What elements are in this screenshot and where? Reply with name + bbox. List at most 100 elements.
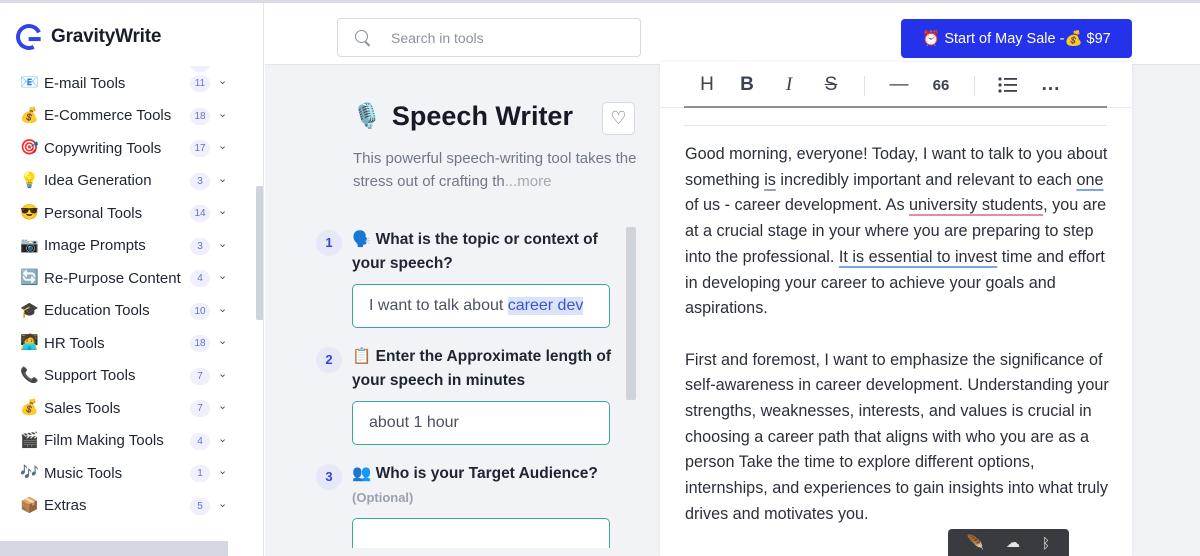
sidebar-item[interactable]: 🎶 Music Tools 1 ⌄ bbox=[0, 457, 250, 490]
count-badge: 4 bbox=[190, 270, 210, 287]
count-badge: 18 bbox=[190, 335, 210, 352]
editor-divider bbox=[684, 106, 1107, 108]
sidebar-item-label: E-Commerce Tools bbox=[44, 107, 172, 125]
gravitywrite-logo-icon bbox=[12, 20, 46, 54]
horizontal-rule-button[interactable]: — bbox=[886, 72, 912, 98]
quote-button[interactable]: 66 bbox=[928, 72, 954, 98]
search-box[interactable] bbox=[337, 18, 641, 57]
sidebar-item[interactable]: 💰 Sales Tools 7 ⌄ bbox=[0, 392, 250, 425]
sidebar-item[interactable]: 📷 Image Prompts 3 ⌄ bbox=[0, 230, 250, 263]
search-icon bbox=[355, 29, 371, 46]
sidebar-item-label: Personal Tools bbox=[44, 204, 143, 222]
step-question: 🗣️ What is the topic or context of your … bbox=[352, 228, 622, 276]
length-input[interactable]: about 1 hour bbox=[352, 401, 610, 445]
feather-icon[interactable]: 🪶 bbox=[967, 534, 984, 551]
sidebar-item[interactable]: 🎓 Education Tools 10 ⌄ bbox=[0, 295, 250, 328]
chevron-down-icon[interactable]: ⌄ bbox=[218, 432, 230, 445]
topic-input[interactable]: I want to talk about career dev bbox=[352, 284, 610, 328]
more-link[interactable]: ...more bbox=[505, 173, 552, 190]
sidebar-item[interactable]: 🔄 Re-Purpose Content 4 ⌄ bbox=[0, 262, 250, 295]
money-bag-icon: 💰 bbox=[1064, 31, 1083, 47]
category-icon: 💡 bbox=[20, 171, 39, 189]
sidebar-item[interactable]: 📦 Extras 5 ⌄ bbox=[0, 490, 250, 523]
toolbar-separator bbox=[864, 76, 865, 96]
step-number: 3 bbox=[316, 464, 342, 490]
audience-input[interactable] bbox=[352, 518, 610, 548]
sale-price: $97 bbox=[1086, 30, 1111, 47]
question-text: Enter the Approximate length of your spe… bbox=[352, 348, 612, 389]
more-options-button[interactable]: ... bbox=[1038, 72, 1064, 98]
sidebar-item[interactable]: 📞 Support Tools 7 ⌄ bbox=[0, 360, 250, 393]
count-badge: 7 bbox=[190, 367, 210, 385]
grammar-suggestion[interactable]: one bbox=[1076, 171, 1103, 189]
sidebar-item[interactable]: 😎 Personal Tools 14 ⌄ bbox=[0, 197, 250, 230]
sidebar-item[interactable]: 🧑‍💻 HR Tools 18 ⌄ bbox=[0, 327, 250, 360]
sidebar-item[interactable]: 💰 E-Commerce Tools 18 ⌄ bbox=[0, 100, 250, 133]
count-badge: 10 bbox=[190, 302, 210, 320]
sidebar-item-label: E-mail Tools bbox=[44, 74, 126, 92]
chevron-down-icon[interactable]: ⌄ bbox=[218, 107, 230, 120]
tool-description: This powerful speech-writing tool takes … bbox=[353, 147, 643, 193]
bold-button[interactable]: B bbox=[736, 72, 758, 98]
favorite-heart-button[interactable]: ♡ bbox=[602, 102, 635, 135]
sidebar-item[interactable]: 💡 Idea Generation 3 ⌄ bbox=[0, 165, 250, 198]
sidebar-scrollbar[interactable] bbox=[256, 186, 263, 320]
chevron-down-icon[interactable]: ⌄ bbox=[218, 172, 230, 185]
chevron-down-icon[interactable]: ⌄ bbox=[218, 204, 230, 217]
count-badge: 3 bbox=[190, 172, 210, 190]
count-badge: 17 bbox=[190, 140, 210, 157]
people-icon: 👥 bbox=[352, 465, 372, 482]
bluetooth-icon[interactable]: ᛒ bbox=[1042, 535, 1050, 551]
count-badge: 3 bbox=[190, 237, 210, 255]
editor-rule bbox=[684, 125, 1107, 126]
cloud-icon[interactable]: ☁ bbox=[1006, 534, 1020, 551]
description-text: This powerful speech-writing tool takes … bbox=[353, 150, 637, 190]
chevron-down-icon[interactable]: ⌄ bbox=[218, 464, 230, 477]
sidebar-item-label: Re-Purpose Content bbox=[44, 269, 181, 287]
sidebar-item[interactable]: 🎬 Film Making Tools 4 ⌄ bbox=[0, 425, 250, 458]
sidebar-menu: 🌐Website Content⌄📧E-mail Tools11⌄💰E-Comm… bbox=[0, 47, 250, 522]
count-badge: 7 bbox=[190, 400, 210, 417]
editor-content[interactable]: Good morning, everyone! Today, I want to… bbox=[685, 142, 1115, 553]
bullet-list-icon bbox=[998, 77, 1017, 93]
category-icon: 📦 bbox=[20, 496, 39, 514]
category-icon: 📞 bbox=[20, 366, 39, 384]
strikethrough-button[interactable]: S bbox=[820, 72, 842, 98]
italic-button[interactable]: I bbox=[778, 72, 800, 98]
category-icon: 💰 bbox=[20, 106, 39, 124]
logo-text: GravityWrite bbox=[51, 26, 162, 47]
sidebar-item-label: Image Prompts bbox=[44, 237, 146, 255]
chevron-down-icon[interactable]: ⌄ bbox=[218, 399, 230, 412]
chevron-down-icon[interactable]: ⌄ bbox=[218, 74, 230, 87]
category-icon: 😎 bbox=[20, 204, 39, 222]
input-value: about 1 hour bbox=[369, 414, 459, 431]
grammar-suggestion[interactable]: is bbox=[764, 171, 776, 189]
chevron-down-icon[interactable]: ⌄ bbox=[218, 497, 230, 510]
heading-button[interactable]: H bbox=[696, 72, 718, 98]
chevron-down-icon[interactable]: ⌄ bbox=[218, 302, 230, 315]
step-number: 2 bbox=[316, 347, 342, 373]
sidebar-item-label: Film Making Tools bbox=[44, 432, 164, 450]
sidebar-item[interactable]: 🎯 Copywriting Tools 17 ⌄ bbox=[0, 132, 250, 165]
sale-button[interactable]: ⏰ Start of May Sale - 💰 $97 bbox=[901, 19, 1132, 58]
sidebar-item-label: Music Tools bbox=[44, 464, 123, 482]
sidebar-item-label: Extras bbox=[44, 497, 87, 515]
bullet-list-button[interactable] bbox=[996, 72, 1020, 98]
sidebar-item-label: Education Tools bbox=[44, 302, 150, 320]
search-input[interactable] bbox=[391, 29, 631, 46]
logo[interactable]: GravityWrite bbox=[12, 20, 256, 54]
sidebar-item-label: Support Tools bbox=[44, 367, 136, 385]
taskbar-tray: 🪶 ☁ ᛒ bbox=[948, 529, 1069, 556]
chevron-down-icon[interactable]: ⌄ bbox=[218, 269, 230, 282]
chevron-down-icon[interactable]: ⌄ bbox=[218, 237, 230, 250]
sidebar-item[interactable]: 📧 E-mail Tools 11 ⌄ bbox=[0, 67, 250, 100]
style-suggestion[interactable]: It is essential to invest bbox=[839, 248, 997, 266]
chevron-down-icon[interactable]: ⌄ bbox=[218, 139, 230, 152]
chevron-down-icon[interactable]: ⌄ bbox=[218, 367, 230, 380]
category-icon: 🔄 bbox=[20, 269, 39, 287]
step-question: 👥 Who is your Target Audience? (Optional… bbox=[352, 462, 622, 510]
spelling-suggestion[interactable]: university students bbox=[909, 196, 1043, 214]
chevron-down-icon[interactable]: ⌄ bbox=[218, 334, 230, 347]
form-scrollbar[interactable] bbox=[626, 227, 636, 400]
paragraph-2: First and foremost, I want to emphasize … bbox=[685, 350, 1109, 523]
